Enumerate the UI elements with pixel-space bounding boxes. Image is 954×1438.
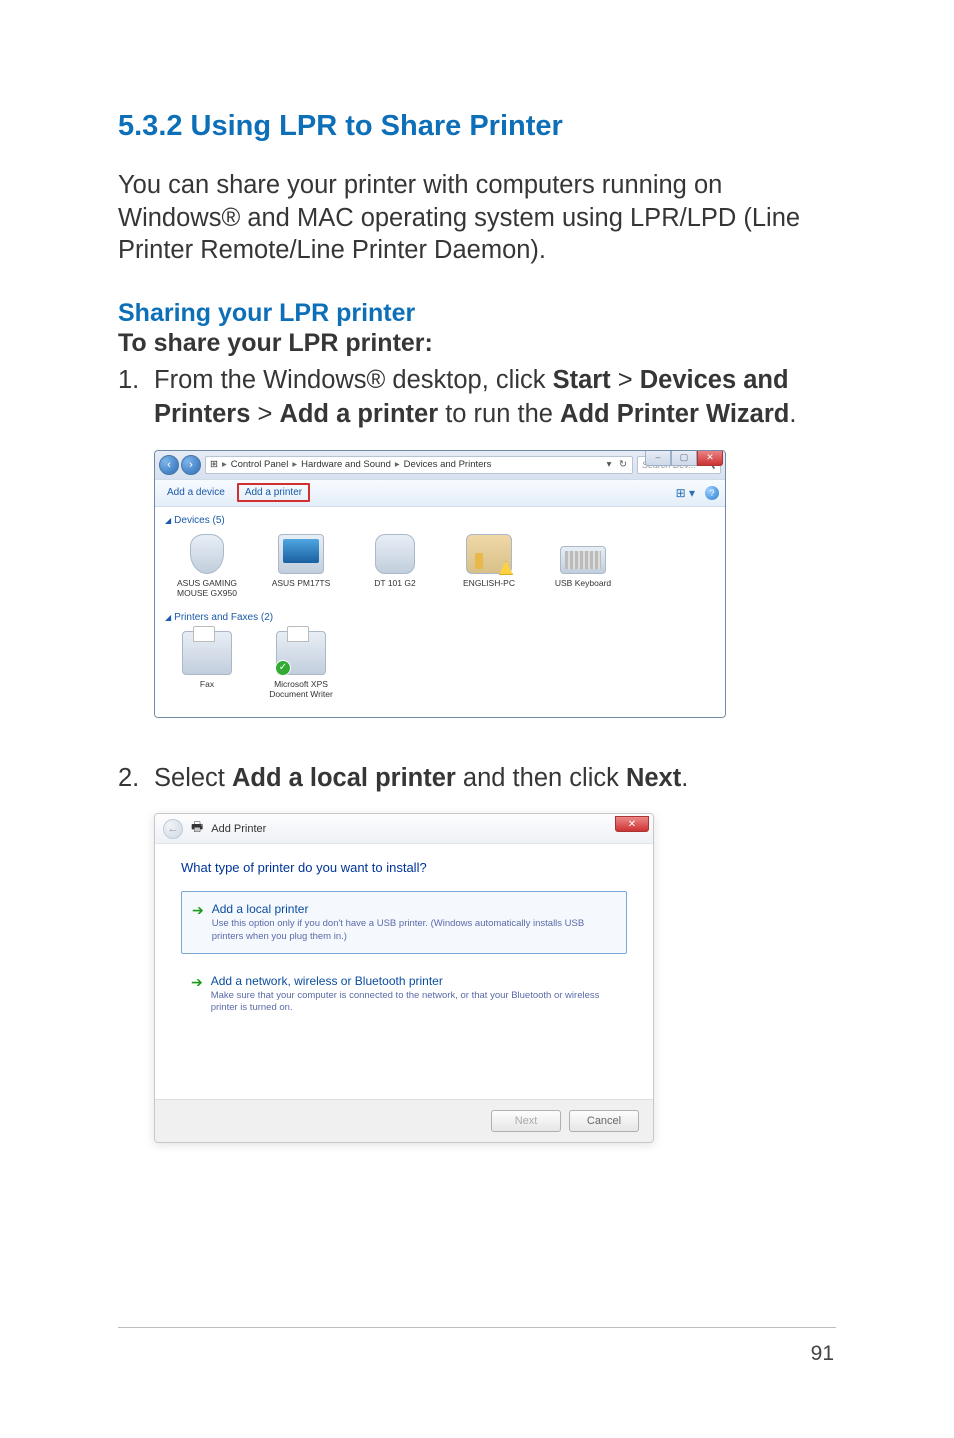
wizard-back-button[interactable]: ← [163,819,183,839]
step-1-gt1: > [611,366,640,394]
step-2-next: Next [626,764,681,792]
view-options-icon[interactable]: ⊞ ▾ [676,486,695,500]
step-1-mid: to run the [438,400,560,428]
step-1-text-a: From the Windows® desktop, click [154,366,553,394]
wizard-titlebar: ← 🖶 Add Printer ✕ [155,814,653,844]
screenshot-add-printer-wizard: ← 🖶 Add Printer ✕ What type of printer d… [154,813,836,1142]
webcam-icon [375,534,415,574]
option-local-printer[interactable]: ➔ Add a local printer Use this option on… [181,891,627,954]
computer-icon [466,534,512,574]
step-2-end: . [681,764,688,792]
sharing-heading: Sharing your LPR printer [118,297,836,330]
device-webcam[interactable]: DT 101 G2 [357,534,433,598]
device-label: ASUS PM17TS [263,578,339,588]
device-label: DT 101 G2 [357,578,433,588]
step-2-text-a: Select [154,764,232,792]
address-bar[interactable]: ⊞ ▸ Control Panel ▸ Hardware and Sound ▸… [205,456,633,474]
device-pc[interactable]: ENGLISH-PC [451,534,527,598]
arrow-icon: ➔ [191,975,203,1015]
nav-back-button[interactable]: ‹ [159,455,179,475]
add-device-link[interactable]: Add a device [161,484,231,501]
page-number: 91 [811,1342,834,1366]
device-label: ENGLISH-PC [451,578,527,588]
device-mouse[interactable]: ASUS GAMING MOUSE GX950 [169,534,245,598]
option-network-printer[interactable]: ➔ Add a network, wireless or Bluetooth p… [181,964,627,1025]
close-button[interactable]: ✕ [697,450,723,466]
option-network-desc: Make sure that your computer is connecte… [211,990,617,1015]
breadcrumb-icon: ⊞ [210,459,218,470]
monitor-icon [278,534,324,574]
device-monitor[interactable]: ASUS PM17TS [263,534,339,598]
warning-badge-icon [499,561,513,575]
device-label: Microsoft XPS Document Writer [263,679,339,699]
breadcrumb-c[interactable]: Devices and Printers [404,459,492,470]
window-controls: – ▢ ✕ [645,450,723,466]
minimize-button[interactable]: – [645,450,671,466]
fax-icon [182,631,232,675]
option-network-title: Add a network, wireless or Bluetooth pri… [211,974,617,988]
step-1-gt2: > [250,400,279,428]
device-xps-writer[interactable]: Microsoft XPS Document Writer [263,631,339,699]
device-fax[interactable]: Fax [169,631,245,699]
mouse-icon [190,534,224,574]
step-1-add: Add a printer [279,400,438,428]
breadcrumb-a[interactable]: Control Panel [231,459,289,470]
to-share-heading: To share your LPR printer: [118,329,836,358]
keyboard-icon [560,546,606,574]
address-refresh-icon[interactable]: ↻ [618,459,628,470]
wizard-heading: What type of printer do you want to inst… [181,860,627,875]
step-1-start: Start [553,366,611,394]
devices-group-header[interactable]: ◢Devices (5) [163,511,717,530]
device-label: USB Keyboard [545,578,621,588]
breadcrumb-b[interactable]: Hardware and Sound [301,459,391,470]
step-1-end: . [789,400,796,428]
printers-group-header[interactable]: ◢Printers and Faxes (2) [163,608,717,627]
address-dropdown-icon[interactable]: ▾ [604,459,614,470]
step-1-number: 1. [118,364,154,431]
step-1-body: From the Windows® desktop, click Start >… [154,364,836,431]
printer-icon [276,631,326,675]
step-2-body: Select Add a local printer and then clic… [154,762,836,796]
command-bar: Add a device Add a printer ⊞ ▾ ? [155,479,725,507]
step-1-wizard: Add Printer Wizard [560,400,789,428]
step-2-number: 2. [118,762,154,796]
wizard-close-button[interactable]: ✕ [615,816,649,832]
screenshot-devices-printers: – ▢ ✕ ‹ › ⊞ ▸ Control Panel ▸ Hardware a… [154,450,836,718]
step-2-mid: and then click [456,764,626,792]
cancel-button[interactable]: Cancel [569,1110,639,1132]
add-printer-link[interactable]: Add a printer [237,483,310,502]
nav-forward-button[interactable]: › [181,455,201,475]
maximize-button[interactable]: ▢ [671,450,697,466]
device-label: ASUS GAMING MOUSE GX950 [169,578,245,598]
device-label: Fax [169,679,245,689]
device-keyboard[interactable]: USB Keyboard [545,534,621,598]
printer-icon: 🖶 [191,818,203,840]
section-heading: 5.3.2 Using LPR to Share Printer [118,110,836,143]
wizard-title: Add Printer [211,823,266,835]
step-2: 2. Select Add a local printer and then c… [118,762,836,796]
help-icon[interactable]: ? [705,486,719,500]
footer-rule [118,1327,836,1328]
window-titlebar: – ▢ ✕ ‹ › ⊞ ▸ Control Panel ▸ Hardware a… [155,451,725,479]
arrow-icon: ➔ [192,903,204,943]
intro-paragraph: You can share your printer with computer… [118,169,836,267]
next-button[interactable]: Next [491,1110,561,1132]
option-local-title: Add a local printer [212,902,616,916]
step-1: 1. From the Windows® desktop, click Star… [118,364,836,431]
step-2-option: Add a local printer [232,764,456,792]
option-local-desc: Use this option only if you don't have a… [212,918,616,943]
